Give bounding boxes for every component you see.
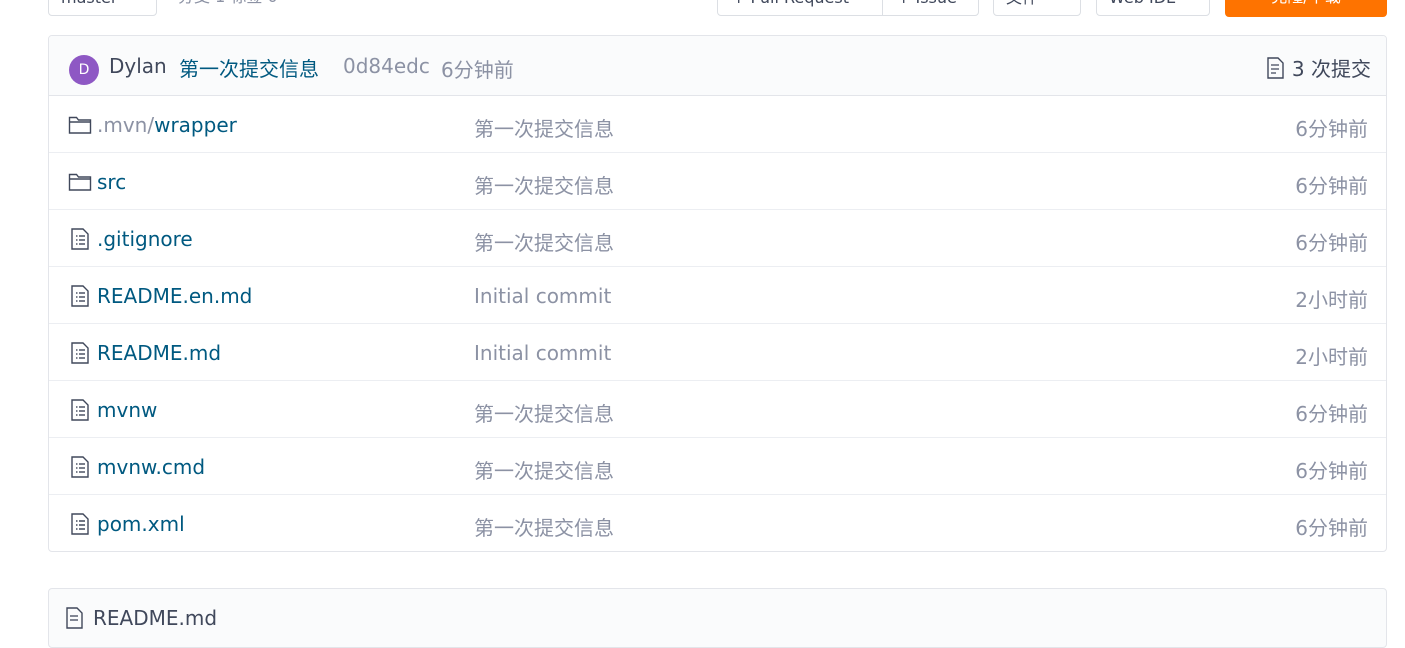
readme-panel: README.md bbox=[48, 588, 1387, 648]
file-name-link[interactable]: .gitignore bbox=[97, 227, 193, 251]
file-commit-message[interactable]: 第一次提交信息 bbox=[474, 113, 614, 142]
file-list: .mvn/wrapper 第一次提交信息 6分钟前 src 第一次提交信息 6分钟前 .gi… bbox=[49, 96, 1386, 551]
file-commit-time: 2小时前 bbox=[1295, 345, 1368, 369]
file-commit-time: 2小时前 bbox=[1295, 288, 1368, 312]
files-button[interactable]: 文件 bbox=[993, 0, 1081, 16]
file-name-link[interactable]: mvnw.cmd bbox=[97, 455, 205, 479]
file-name: mvnw bbox=[97, 398, 158, 422]
file-tree: D Dylan 第一次提交信息 0d84edc 6分钟前 3 次提交 .mvn/… bbox=[48, 35, 1387, 552]
file-name-link[interactable]: src bbox=[97, 170, 126, 194]
file-icon bbox=[68, 455, 92, 479]
file-commit-message[interactable]: 第一次提交信息 bbox=[474, 170, 614, 199]
file-commit-message[interactable]: Initial commit bbox=[474, 284, 611, 308]
file-name-link[interactable]: README.en.md bbox=[97, 284, 252, 308]
file-name: mvnw.cmd bbox=[97, 455, 206, 479]
file-icon bbox=[68, 398, 92, 422]
file-row[interactable]: .mvn/wrapper 第一次提交信息 6分钟前 bbox=[49, 96, 1386, 153]
file-commit-message[interactable]: 第一次提交信息 bbox=[474, 455, 614, 484]
file-name: README.en.md bbox=[97, 284, 253, 308]
file-row[interactable]: README.en.md Initial commit 2小时前 bbox=[49, 267, 1386, 324]
repo-toolbar: master 分支 1 标签 0 + Pull Request + Issue … bbox=[0, 0, 1405, 18]
file-icon bbox=[68, 284, 92, 308]
file-name-link[interactable]: pom.xml bbox=[97, 512, 185, 536]
commit-count: 3 次提交 bbox=[1291, 57, 1371, 81]
file-name: .gitignore bbox=[97, 227, 193, 251]
file-commit-message[interactable]: 第一次提交信息 bbox=[474, 227, 614, 256]
readme-title: README.md bbox=[93, 606, 218, 630]
file-commit-time: 6分钟前 bbox=[1295, 516, 1368, 540]
latest-commit-bar: D Dylan 第一次提交信息 0d84edc 6分钟前 3 次提交 bbox=[49, 36, 1386, 96]
branch-select[interactable]: master bbox=[48, 0, 157, 16]
file-icon bbox=[68, 227, 92, 251]
folder-icon bbox=[68, 113, 92, 137]
branch-tag-meta[interactable]: 分支 1 标签 0 bbox=[178, 0, 278, 16]
file-name-link[interactable]: .mvn/wrapper bbox=[97, 113, 237, 137]
file-name: README.md bbox=[97, 341, 222, 365]
file-row[interactable]: pom.xml 第一次提交信息 6分钟前 bbox=[49, 495, 1386, 551]
commit-sha[interactable]: 0d84edc bbox=[343, 54, 430, 78]
file-name-link[interactable]: mvnw bbox=[97, 398, 157, 422]
clone-download-button[interactable]: 克隆/下载 bbox=[1225, 0, 1387, 17]
web-ide-button[interactable]: Web IDE bbox=[1096, 0, 1210, 16]
file-row[interactable]: .gitignore 第一次提交信息 6分钟前 bbox=[49, 210, 1386, 267]
commits-icon bbox=[1267, 56, 1284, 79]
file-commit-message[interactable]: 第一次提交信息 bbox=[474, 512, 614, 541]
file-row[interactable]: mvnw.cmd 第一次提交信息 6分钟前 bbox=[49, 438, 1386, 495]
folder-icon bbox=[68, 170, 92, 194]
file-commit-message[interactable]: Initial commit bbox=[474, 341, 611, 365]
avatar[interactable]: D bbox=[69, 55, 99, 85]
file-icon bbox=[68, 341, 92, 365]
commit-count-link[interactable]: 3 次提交 bbox=[1266, 53, 1371, 82]
pull-request-button[interactable]: + Pull Request bbox=[718, 0, 883, 15]
pr-issue-group: + Pull Request + Issue bbox=[717, 0, 979, 16]
file-name: pom.xml bbox=[97, 512, 185, 536]
file-icon bbox=[66, 607, 83, 629]
file-name-link[interactable]: README.md bbox=[97, 341, 221, 365]
file-name: wrapper bbox=[154, 113, 237, 137]
file-path-prefix: .mvn/ bbox=[97, 113, 155, 137]
file-name: src bbox=[97, 170, 127, 194]
file-row[interactable]: README.md Initial commit 2小时前 bbox=[49, 324, 1386, 381]
issue-button[interactable]: + Issue bbox=[883, 0, 971, 15]
file-row[interactable]: mvnw 第一次提交信息 6分钟前 bbox=[49, 381, 1386, 438]
file-icon bbox=[68, 512, 92, 536]
commit-message[interactable]: 第一次提交信息 bbox=[179, 53, 319, 82]
file-commit-message[interactable]: 第一次提交信息 bbox=[474, 398, 614, 427]
commit-time: 6分钟前 bbox=[441, 58, 514, 82]
file-commit-time: 6分钟前 bbox=[1295, 459, 1368, 483]
file-commit-time: 6分钟前 bbox=[1295, 231, 1368, 255]
commit-author[interactable]: Dylan bbox=[109, 54, 167, 78]
file-commit-time: 6分钟前 bbox=[1295, 174, 1368, 198]
file-commit-time: 6分钟前 bbox=[1295, 402, 1368, 426]
file-row[interactable]: src 第一次提交信息 6分钟前 bbox=[49, 153, 1386, 210]
file-commit-time: 6分钟前 bbox=[1295, 117, 1368, 141]
